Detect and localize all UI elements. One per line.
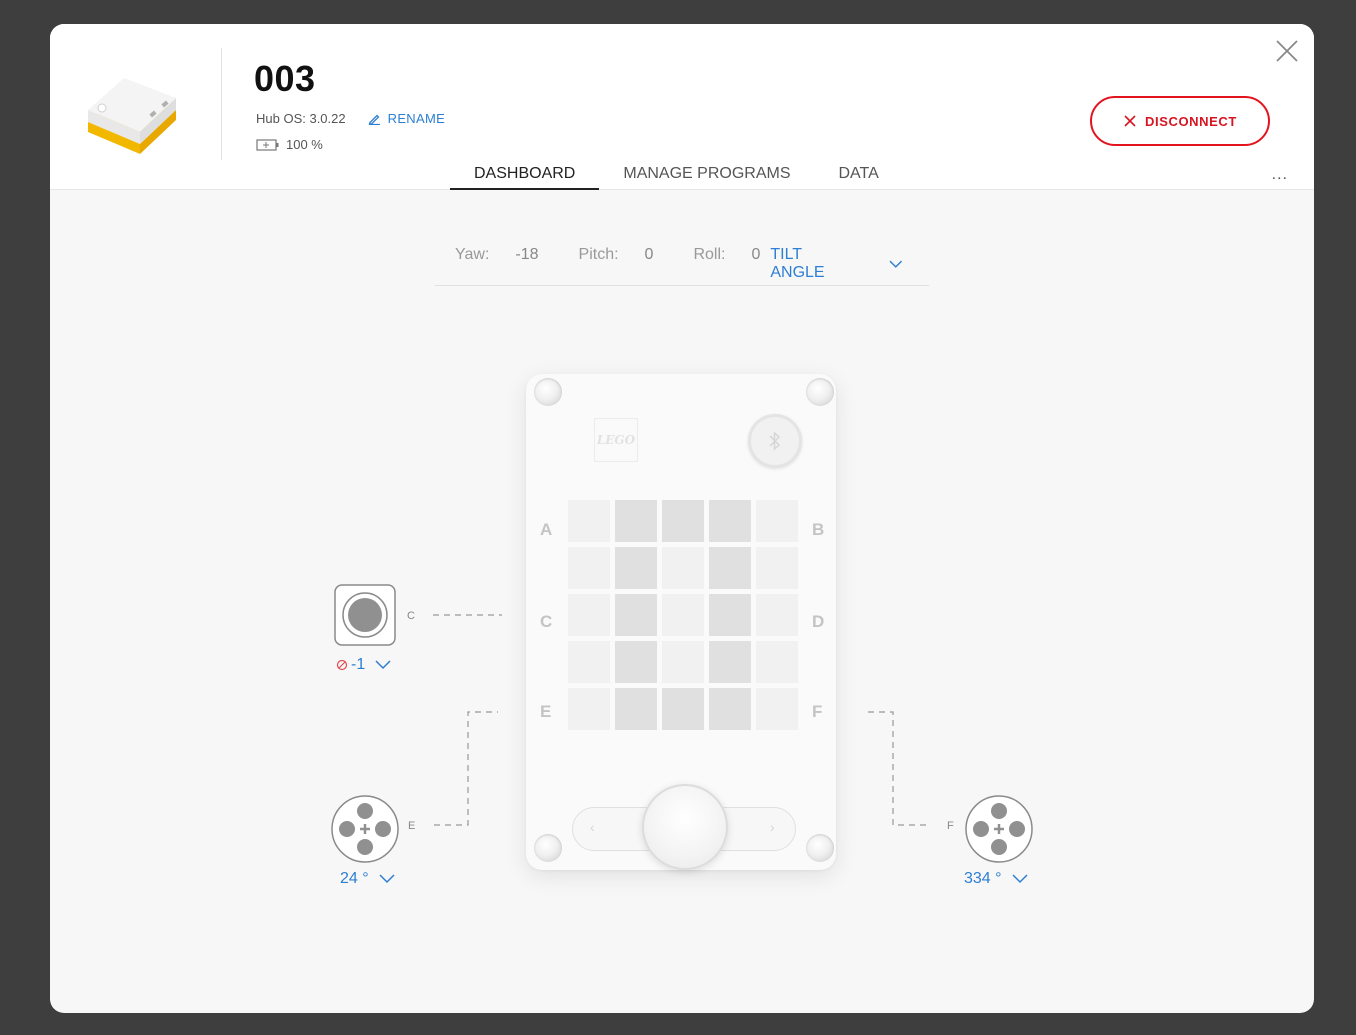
- blocked-icon: [336, 659, 348, 671]
- motor-e-value: 24 °: [340, 870, 369, 887]
- sensor-c-value: -1: [351, 656, 366, 673]
- motor-f-value-dropdown[interactable]: 334 °: [964, 870, 1028, 888]
- port-leader-lines: [433, 614, 926, 826]
- sensor-c-value-dropdown[interactable]: -1: [336, 656, 391, 674]
- chevron-down-icon: [375, 660, 391, 670]
- motor-device-e[interactable]: [330, 794, 400, 869]
- sensor-device-c[interactable]: [334, 584, 396, 651]
- device-port-label: E: [408, 820, 416, 832]
- motor-e-value-dropdown[interactable]: 24 °: [340, 870, 395, 888]
- chevron-down-icon: [1012, 874, 1028, 884]
- motor-icon: [965, 795, 1033, 863]
- device-port-label: C: [407, 610, 415, 622]
- distance-sensor-icon: [334, 584, 396, 646]
- chevron-down-icon: [379, 874, 395, 884]
- motor-icon: [331, 795, 399, 863]
- motor-f-value: 334 °: [964, 870, 1002, 887]
- device-port-label: F: [947, 820, 954, 832]
- hub-dashboard-modal: 003 Hub OS: 3.0.22 RENAME 100 % DISCONNE…: [50, 24, 1314, 1013]
- motor-device-f[interactable]: [964, 794, 1034, 869]
